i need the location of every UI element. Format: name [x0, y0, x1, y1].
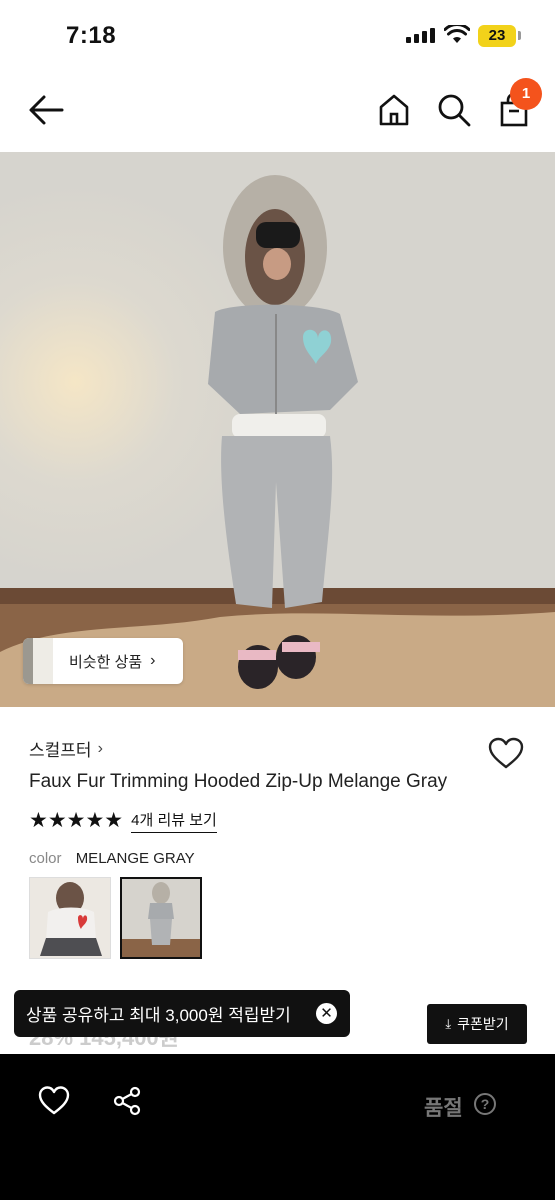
- heart-icon[interactable]: [37, 1084, 71, 1116]
- cellular-signal-icon: [406, 27, 436, 43]
- color-option-1[interactable]: [29, 877, 111, 959]
- chevron-right-icon: ›: [97, 739, 103, 757]
- color-label: color: [29, 850, 62, 867]
- status-bar: 7:18 23: [0, 0, 555, 72]
- battery-tip: [518, 31, 521, 40]
- home-icon[interactable]: [376, 92, 412, 128]
- get-coupon-button[interactable]: ⤓ 쿠폰받기: [427, 1004, 527, 1044]
- color-row: color MELANGE GRAY: [29, 850, 195, 867]
- sold-out-label: 품절: [424, 1097, 463, 1120]
- battery-indicator: 23: [478, 25, 516, 47]
- similar-products-thumbnail: [23, 638, 53, 684]
- cart-count-badge: 1: [510, 78, 542, 110]
- product-photo: [0, 152, 555, 707]
- chevron-right-icon: ›: [150, 652, 156, 669]
- similar-products-label: 비슷한 상품: [69, 653, 143, 671]
- color-option-2[interactable]: [120, 877, 202, 959]
- color-value: MELANGE GRAY: [75, 850, 195, 867]
- bottom-action-bar: 품절 ?: [0, 1054, 555, 1200]
- help-icon[interactable]: ?: [474, 1093, 496, 1115]
- coupon-label: 쿠폰받기: [457, 1016, 509, 1032]
- back-arrow-icon[interactable]: [26, 92, 66, 128]
- nav-bar: [0, 72, 555, 152]
- heart-icon[interactable]: [487, 736, 525, 770]
- brand-link[interactable]: 스컬프터 ›: [29, 736, 103, 761]
- toast-text: 상품 공유하고 최대 3,000원 적립받기: [26, 1006, 291, 1025]
- status-time: 7:18: [66, 22, 117, 49]
- share-icon[interactable]: [112, 1086, 142, 1116]
- search-icon[interactable]: [436, 92, 472, 128]
- brand-name: 스컬프터: [29, 741, 92, 760]
- close-icon[interactable]: ✕: [316, 1003, 337, 1024]
- product-image[interactable]: [0, 152, 555, 707]
- similar-products-button[interactable]: 비슷한 상품 ›: [23, 638, 183, 684]
- rating-stars: ★★★★★: [29, 809, 124, 832]
- rating-row: ★★★★★ 4개 리뷰 보기: [29, 808, 217, 833]
- product-title: Faux Fur Trimming Hooded Zip-Up Melange …: [29, 771, 448, 792]
- share-reward-toast: 상품 공유하고 최대 3,000원 적립받기 ✕: [14, 990, 350, 1037]
- wifi-icon: [444, 25, 470, 43]
- download-icon: ⤓: [445, 1016, 452, 1031]
- reviews-link[interactable]: 4개 리뷰 보기: [131, 809, 217, 833]
